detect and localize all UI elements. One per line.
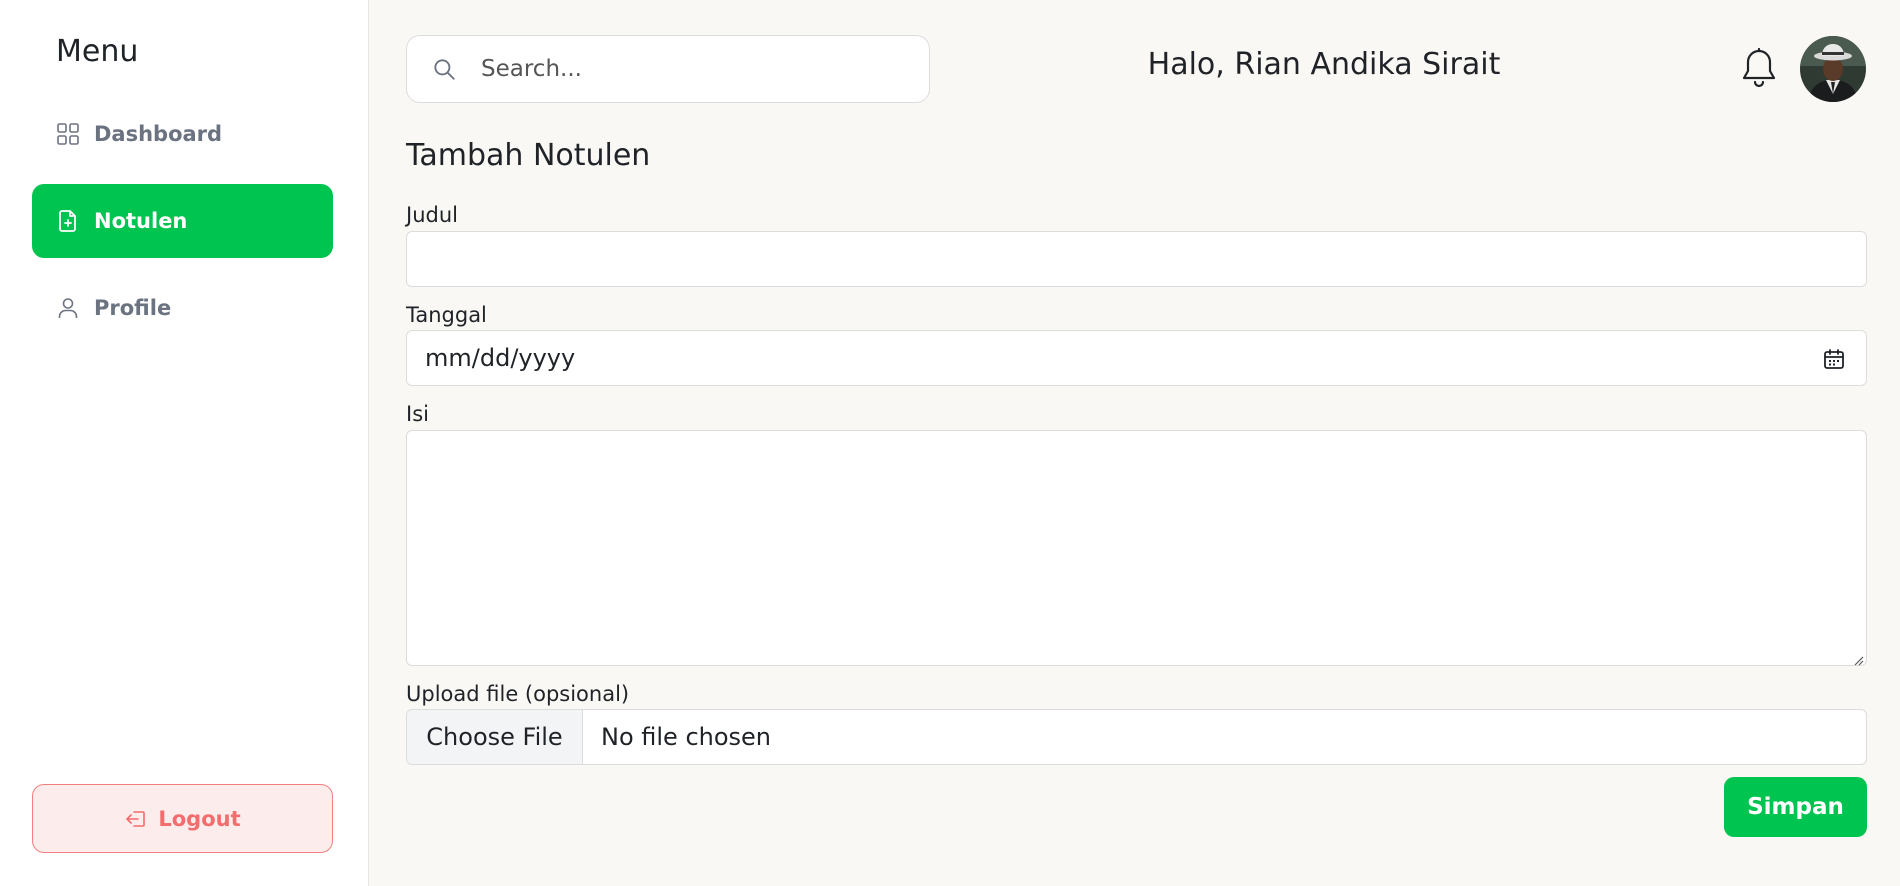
date-placeholder: mm/dd/yyyy [425, 344, 576, 372]
calendar-icon[interactable] [1822, 347, 1846, 371]
bell-icon[interactable] [1740, 47, 1778, 89]
choose-file-button[interactable]: Choose File [407, 710, 583, 764]
isi-label: Isi [406, 402, 429, 426]
logout-label: Logout [158, 806, 241, 831]
sidebar: Menu Dashboard Notulen Profile Logout [0, 0, 369, 886]
save-button[interactable]: Simpan [1724, 777, 1867, 837]
sidebar-item-label: Notulen [94, 209, 188, 233]
sidebar-item-label: Profile [94, 296, 172, 320]
search-input[interactable] [481, 56, 901, 82]
avatar[interactable] [1800, 36, 1866, 102]
judul-input[interactable] [406, 231, 1867, 287]
logout-icon [124, 807, 148, 831]
logout-button[interactable]: Logout [32, 784, 333, 853]
tanggal-date-input[interactable]: mm/dd/yyyy [406, 330, 1867, 386]
judul-label: Judul [406, 203, 458, 227]
resize-handle-icon[interactable] [1852, 651, 1864, 666]
user-icon [56, 296, 80, 320]
upload-label: Upload file (opsional) [406, 682, 630, 706]
search-icon [431, 56, 457, 82]
greeting-text: Halo, Rian Andika Sirait [1147, 47, 1501, 82]
file-status-text: No file chosen [601, 723, 772, 751]
search-box[interactable] [406, 35, 930, 103]
isi-textarea[interactable] [406, 430, 1867, 666]
page-title: Tambah Notulen [406, 138, 651, 173]
file-input[interactable]: Choose File No file chosen [406, 709, 1867, 765]
sidebar-item-notulen[interactable]: Notulen [32, 184, 333, 258]
grid-icon [56, 122, 80, 146]
file-plus-icon [56, 209, 80, 233]
sidebar-item-dashboard[interactable]: Dashboard [32, 97, 333, 171]
sidebar-title: Menu [56, 34, 139, 69]
sidebar-item-profile[interactable]: Profile [32, 271, 333, 345]
sidebar-item-label: Dashboard [94, 122, 223, 146]
tanggal-label: Tanggal [406, 303, 487, 327]
